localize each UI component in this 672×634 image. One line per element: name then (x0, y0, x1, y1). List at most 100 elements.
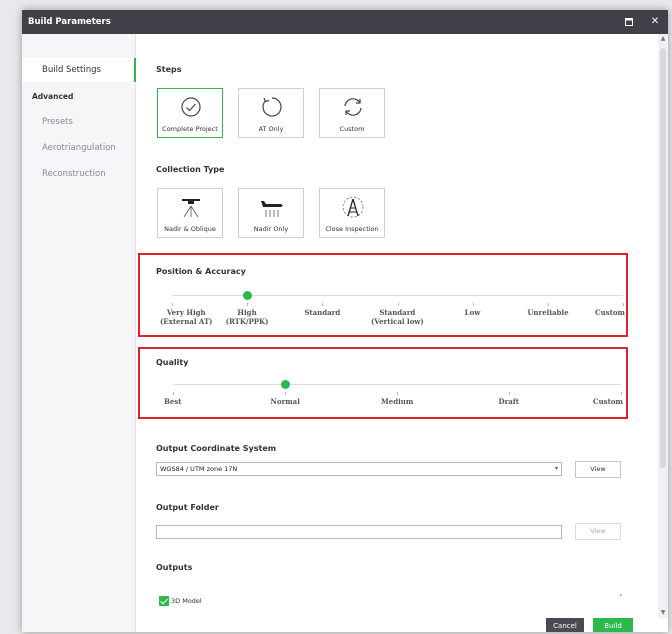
slider-level-text: Standard (304, 308, 341, 317)
slider-level-text: (Vertical low) (371, 317, 424, 326)
build-button[interactable]: Build (593, 618, 633, 632)
position-accuracy-title: Position & Accuracy (156, 267, 246, 276)
tile-label: Close Inspection (325, 225, 379, 233)
slider-tick (397, 303, 399, 306)
vertical-scrollbar[interactable]: ▲ ▼ (658, 34, 668, 618)
slider-tick (172, 303, 173, 306)
slider-level-label[interactable]: Normal (271, 397, 300, 406)
slider-level-label[interactable]: Draft (499, 397, 520, 406)
slider-level-text: Custom (593, 397, 623, 406)
sidebar-item-label: Aerotriangulation (42, 143, 116, 153)
slider-level-text: Very High (166, 308, 206, 317)
airplane-icon (260, 195, 284, 219)
slider-tick (623, 303, 624, 306)
sidebar-item-label: Presets (42, 117, 73, 127)
ocs-view-button[interactable]: View (575, 461, 621, 478)
scroll-thumb[interactable] (660, 48, 666, 468)
slider-level-label[interactable]: Standard (304, 308, 340, 317)
slider-thumb[interactable] (280, 380, 290, 389)
slider-tick (509, 392, 510, 395)
output-folder-title: Output Folder (156, 503, 219, 512)
window-title: Build Parameters (28, 17, 111, 27)
quality-title: Quality (156, 358, 189, 367)
slider-level-text: (RTK/PPK) (225, 317, 269, 326)
tile-label: Custom (339, 125, 365, 133)
slider-level-label[interactable]: Standard (Vertical low) (371, 308, 424, 326)
slider-track[interactable] (172, 295, 623, 296)
sidebar-item-presets[interactable]: Presets (22, 110, 136, 134)
slider-track[interactable] (173, 384, 621, 385)
sidebar-item-aerotriangulation[interactable]: Aerotriangulation (22, 136, 136, 160)
tile-label: AT Only (258, 125, 284, 133)
outputs-title: Outputs (156, 563, 193, 572)
cancel-button[interactable]: Cancel (546, 618, 584, 632)
settings-panel: Steps Complete Project AT Only Custom Co… (137, 34, 658, 632)
restore-icon[interactable] (622, 15, 636, 29)
tile-label: Nadir Only (253, 225, 289, 233)
slider-level-label[interactable]: Custom (595, 308, 625, 317)
collection-close-inspection[interactable]: Close Inspection (319, 188, 385, 238)
build-parameters-window: Build Parameters ✕ Build Settings Advanc… (22, 10, 668, 632)
tile-label: Nadir & Oblique (164, 225, 216, 233)
slider-level-label[interactable]: Low (465, 308, 481, 317)
tile-label: Complete Project (162, 125, 218, 133)
slider-tick (285, 392, 286, 395)
slider-level-label[interactable]: High (RTK/PPK) (226, 308, 269, 326)
slider-tick (247, 303, 249, 306)
close-icon[interactable]: ✕ (648, 15, 662, 29)
slider-tick (472, 303, 474, 306)
slider-level-text: Unreliable (527, 308, 569, 317)
cycle-arrows-icon (341, 95, 365, 119)
refresh-arrow-icon (260, 95, 284, 119)
slider-level-text: Normal (270, 397, 300, 406)
ocs-title: Output Coordinate System (156, 444, 277, 453)
ocs-value: WGS84 / UTM zone 17N (160, 465, 238, 473)
quality-highlight (138, 347, 628, 419)
3d-model-label: 3D Model (171, 597, 202, 605)
step-at-only[interactable]: AT Only (238, 88, 304, 138)
drone-icon (179, 195, 203, 219)
slider-level-text: High (237, 308, 257, 317)
slider-level-text: Standard (379, 308, 416, 317)
scroll-up-icon[interactable]: ▲ (658, 34, 668, 44)
chevron-down-icon: ▾ (554, 465, 558, 472)
collection-nadir-only[interactable]: Nadir Only (238, 188, 304, 238)
slider-level-text: Best (164, 397, 182, 406)
steps-title: Steps (156, 65, 182, 74)
slider-tick (397, 392, 398, 395)
chevron-up-icon[interactable]: ˄ (619, 594, 623, 602)
slider-level-label[interactable]: Custom (593, 397, 623, 406)
sidebar-item-label: Reconstruction (42, 169, 106, 179)
slider-tick (322, 303, 324, 306)
slider-level-text: Low (464, 308, 481, 317)
collection-type-title: Collection Type (156, 165, 225, 174)
slider-level-label[interactable]: Unreliable (527, 308, 568, 317)
sidebar-item-label: Build Settings (42, 65, 101, 75)
scroll-down-icon[interactable]: ▼ (658, 608, 668, 618)
check-circle-icon (179, 95, 203, 119)
output-folder-input[interactable] (156, 525, 562, 539)
slider-tick (173, 392, 174, 395)
slider-tick (547, 303, 549, 306)
step-complete-project[interactable]: Complete Project (157, 88, 223, 138)
slider-level-label[interactable]: Medium (381, 397, 413, 406)
slider-level-label[interactable]: Very High (External AT) (160, 308, 213, 326)
slider-level-text: Custom (595, 308, 625, 317)
slider-level-text: Draft (498, 397, 520, 406)
slider-thumb[interactable] (242, 291, 252, 300)
slider-level-text: (External AT) (160, 317, 213, 326)
step-custom[interactable]: Custom (319, 88, 385, 138)
tower-icon (341, 195, 365, 219)
slider-level-text: Medium (381, 397, 414, 406)
collection-nadir-oblique[interactable]: Nadir & Oblique (157, 188, 223, 238)
3d-model-checkbox[interactable] (159, 596, 169, 606)
slider-tick (621, 392, 622, 395)
sidebar: Build Settings Advanced Presets Aerotria… (22, 34, 136, 632)
sidebar-item-reconstruction[interactable]: Reconstruction (22, 162, 136, 186)
slider-level-label[interactable]: Best (164, 397, 182, 406)
title-bar: Build Parameters ✕ (22, 10, 668, 34)
output-folder-view-button[interactable]: View (575, 523, 621, 540)
sidebar-item-build-settings[interactable]: Build Settings (22, 58, 136, 82)
sidebar-header-advanced: Advanced (32, 92, 74, 101)
ocs-select[interactable]: WGS84 / UTM zone 17N ▾ (156, 462, 562, 476)
